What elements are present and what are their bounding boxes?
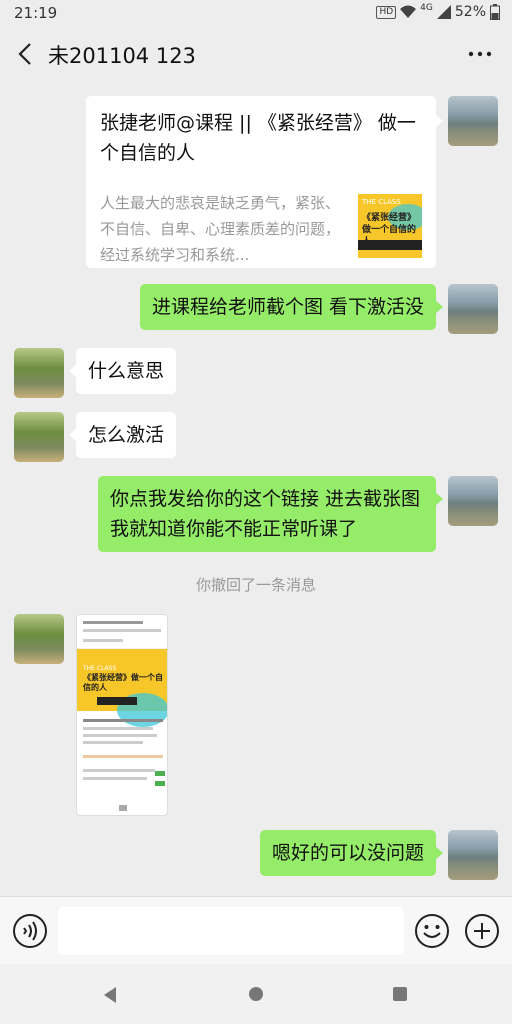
recall-notice: 你撤回了一条消息 bbox=[195, 576, 316, 594]
my-avatar[interactable] bbox=[448, 96, 498, 146]
message-bubble[interactable]: 你点我发给你的这个链接 进去截张图 我就知道你能不能正常听课了 bbox=[98, 476, 443, 552]
battery-icon bbox=[490, 4, 500, 20]
message-bubble[interactable]: 什么意思 bbox=[68, 348, 177, 394]
link-title: 张捷老师@课程 || 《紧张经营》 做一个自信的人 bbox=[100, 112, 416, 164]
link-card-message[interactable]: 张捷老师@课程 || 《紧张经营》 做一个自信的人 人生最大的悲哀是缺乏勇气，紧… bbox=[86, 96, 443, 268]
thumbnail-band bbox=[358, 240, 422, 250]
chat-title: 未201104 123 bbox=[48, 44, 196, 68]
back-arrow-icon[interactable] bbox=[12, 38, 40, 70]
battery-percent: 52% bbox=[454, 4, 486, 20]
nav-back-icon[interactable] bbox=[100, 984, 122, 1006]
message-bubble[interactable]: 怎么激活 bbox=[68, 412, 177, 458]
contact-avatar[interactable] bbox=[14, 412, 64, 462]
network-type: 4G bbox=[420, 3, 433, 13]
nav-recent-icon[interactable] bbox=[390, 984, 410, 1004]
contact-avatar[interactable] bbox=[14, 614, 64, 664]
message-bubble[interactable]: 嗯好的可以没问题 bbox=[259, 830, 444, 876]
link-description: 人生最大的悲哀是缺乏勇气，紧张、不自信、自卑、心理素质差的问题，经过系统学习和系… bbox=[100, 194, 341, 264]
system-nav-bar bbox=[0, 964, 512, 1024]
voice-icon[interactable] bbox=[12, 913, 48, 949]
image-banner-main-text: 《紧张经营》做一个自信的人 bbox=[83, 673, 163, 692]
chat-area[interactable]: 张捷老师@课程 || 《紧张经营》 做一个自信的人 人生最大的悲哀是缺乏勇气，紧… bbox=[0, 80, 512, 896]
image-banner-small-text: THE CLASS bbox=[83, 665, 117, 672]
wifi-icon bbox=[400, 5, 417, 18]
input-bar bbox=[0, 896, 512, 964]
hd-badge: HD bbox=[376, 5, 397, 19]
thumbnail-small-text: THE CLASS bbox=[362, 198, 401, 206]
message-bubble[interactable]: 进课程给老师截个图 看下激活没 bbox=[139, 284, 444, 330]
status-time: 21:19 bbox=[14, 4, 58, 22]
image-page-header bbox=[77, 615, 167, 649]
message-input[interactable] bbox=[58, 907, 404, 955]
nav-home-icon[interactable] bbox=[246, 984, 266, 1004]
chat-header: 未201104 123 bbox=[0, 28, 512, 80]
more-dots-icon[interactable] bbox=[466, 38, 494, 70]
status-indicators: HD 4G 52% bbox=[376, 3, 500, 20]
image-banner-band bbox=[97, 697, 137, 705]
link-thumbnail: THE CLASS 《紧张经营》做一个自信的人 bbox=[358, 194, 422, 258]
contact-avatar[interactable] bbox=[14, 348, 64, 398]
image-message[interactable]: THE CLASS 《紧张经营》做一个自信的人 bbox=[76, 614, 168, 816]
my-avatar[interactable] bbox=[448, 284, 498, 334]
my-avatar[interactable] bbox=[448, 830, 498, 880]
signal-icon bbox=[436, 5, 451, 19]
emoji-icon[interactable] bbox=[414, 913, 450, 949]
my-avatar[interactable] bbox=[448, 476, 498, 526]
status-bar: 21:19 HD 4G 52% bbox=[0, 0, 512, 28]
plus-icon[interactable] bbox=[464, 913, 500, 949]
